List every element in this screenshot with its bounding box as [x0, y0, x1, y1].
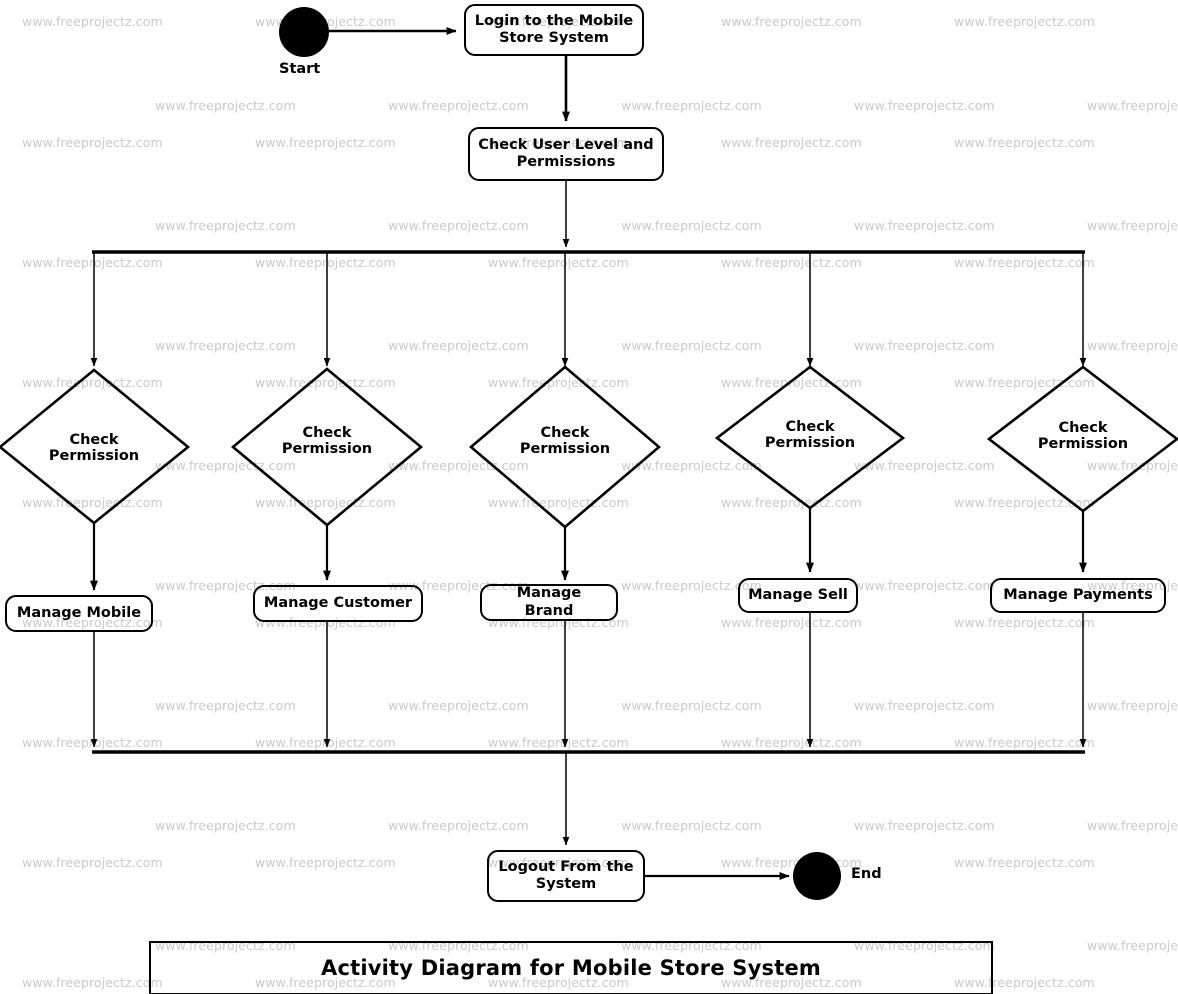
decision-label-2-line1: Check	[302, 425, 352, 441]
decision-label-5-line1: Check	[1058, 420, 1108, 436]
decision-label-1-line1: Check	[69, 432, 119, 448]
activity-manage-brand[interactable]: Manage Brand	[480, 584, 618, 621]
decision-label-5-line2: Permission	[1037, 436, 1129, 453]
activity-login-to-mobile-store-system[interactable]: Login to the Mobile Store System	[464, 4, 644, 56]
decision-label-3-line1: Check	[540, 425, 590, 441]
decision-label-4-line2: Permission	[764, 435, 856, 452]
decision-label-2-line2: Permission	[281, 441, 373, 458]
decision-label-3: Check Permission	[485, 425, 645, 457]
start-node-label: Start	[279, 61, 321, 77]
decision-label-3-line2: Permission	[519, 441, 611, 458]
decision-label-1-line2: Permission	[48, 448, 140, 465]
activity-manage-mobile[interactable]: Manage Mobile	[5, 595, 153, 632]
decision-label-4-line1: Check	[785, 419, 835, 435]
end-node-circle	[793, 852, 841, 900]
start-node-circle	[279, 7, 329, 57]
decision-label-1: Check Permission	[14, 432, 174, 464]
activity-logout-from-the-system[interactable]: Logout From the System	[487, 850, 645, 902]
end-node-label: End	[851, 866, 882, 882]
activity-manage-payments[interactable]: Manage Payments	[990, 578, 1166, 613]
decision-label-2: Check Permission	[247, 425, 407, 457]
diagram-title-bar: Activity Diagram for Mobile Store System	[149, 941, 993, 994]
decision-label-5: Check Permission	[1003, 420, 1163, 452]
activity-manage-sell[interactable]: Manage Sell	[738, 578, 858, 613]
activity-check-user-level-and-permissions[interactable]: Check User Level and Permissions	[468, 127, 664, 181]
decision-label-4: Check Permission	[730, 419, 890, 451]
activity-diagram-canvas: www.freeprojectz.com www.freeprojectz.com…	[0, 0, 1178, 994]
activity-manage-customer[interactable]: Manage Customer	[253, 585, 423, 622]
